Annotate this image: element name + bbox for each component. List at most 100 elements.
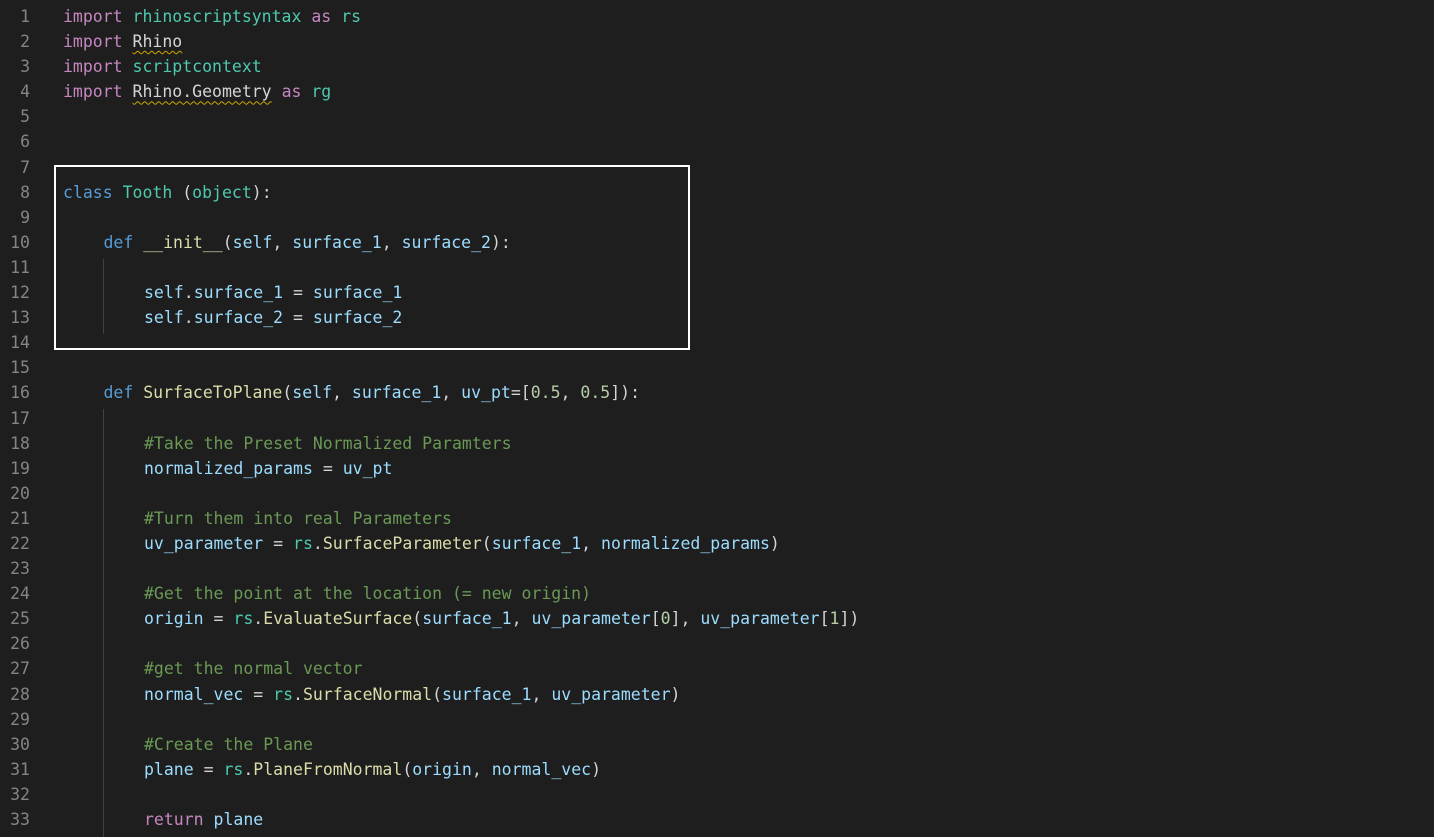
code-token: def <box>103 232 134 252</box>
code-line[interactable]: 28 normal_vec = rs.SurfaceNormal(surface_… <box>0 682 1434 707</box>
code-text: return plane <box>144 807 263 832</box>
line-number: 27 <box>10 659 30 679</box>
code-token: origin <box>412 759 472 779</box>
code-token: PlaneFromNormal <box>253 759 403 779</box>
code-line[interactable]: 21 #Turn them into real Parameters <box>0 506 1434 531</box>
code-token: = <box>312 458 343 478</box>
code-token: . <box>293 684 303 704</box>
code-token: import <box>63 57 123 77</box>
code-token: self <box>232 232 273 252</box>
code-line[interactable]: 32 <box>0 782 1434 807</box>
code-line[interactable]: 26 <box>0 631 1434 656</box>
code-text: import Rhino <box>63 29 182 54</box>
code-token: , <box>471 759 492 779</box>
code-text: #Get the point at the location (= new or… <box>144 581 591 606</box>
line-number: 24 <box>10 584 30 604</box>
line-number: 12 <box>10 283 30 303</box>
line-number: 2 <box>20 32 30 52</box>
code-line[interactable]: 9 <box>0 205 1434 230</box>
code-token: ( <box>172 182 193 202</box>
code-token: object <box>192 182 252 202</box>
code-line[interactable]: 20 <box>0 481 1434 506</box>
code-token: surface_1 <box>422 609 512 629</box>
code-token: origin <box>144 609 204 629</box>
code-line[interactable]: 19 normalized_params = uv_pt <box>0 456 1434 481</box>
code-token: , <box>272 232 293 252</box>
code-line[interactable]: 25 origin = rs.EvaluateSurface(surface_1,… <box>0 606 1434 631</box>
code-line[interactable]: 11 <box>0 255 1434 280</box>
code-line[interactable]: 6 <box>0 129 1434 154</box>
line-number: 33 <box>10 810 30 829</box>
code-token: self <box>292 383 333 403</box>
code-token: SurfaceParameter <box>322 533 482 553</box>
code-line[interactable]: 27 #get the normal vector <box>0 656 1434 681</box>
code-token: rs <box>293 533 313 553</box>
code-line[interactable]: 14 <box>0 330 1434 355</box>
code-token: rs <box>273 684 294 704</box>
code-line[interactable]: 5 <box>0 104 1434 129</box>
code-lines[interactable]: 1 import rhinoscriptsyntax as rs 2 import R… <box>0 4 1434 832</box>
code-line[interactable]: 13 self.surface_2 = surface_2 <box>0 305 1434 330</box>
line-number: 16 <box>10 383 30 403</box>
code-token: rs <box>341 7 362 26</box>
code-line[interactable]: 18 #Take the Preset Normalized Paramters <box>0 431 1434 456</box>
code-token: , <box>332 383 352 403</box>
code-token: = <box>193 759 224 779</box>
code-token: ): <box>251 182 272 202</box>
code-line[interactable]: 29 <box>0 707 1434 732</box>
code-line[interactable]: 4 import Rhino.Geometry as rg <box>0 79 1434 104</box>
code-token: surface_1 <box>491 533 582 553</box>
code-line[interactable]: 12 self.surface_1 = surface_1 <box>0 280 1434 305</box>
code-text: #Create the Plane <box>144 732 313 757</box>
code-token: . <box>183 308 194 328</box>
code-token: , <box>531 684 552 704</box>
code-text: self.surface_1 = surface_1 <box>144 280 402 305</box>
code-token: import <box>63 32 123 52</box>
code-token: [ <box>650 609 661 629</box>
code-text: import rhinoscriptsyntax as rs <box>63 4 361 29</box>
code-token: [ <box>819 609 830 629</box>
code-line[interactable]: 2 import Rhino <box>0 29 1434 54</box>
code-token: rg <box>311 82 332 102</box>
code-token: import <box>63 82 123 102</box>
code-line[interactable]: 22 uv_parameter = rs.SurfaceParameter(sur… <box>0 531 1434 556</box>
line-number: 17 <box>10 408 30 428</box>
code-token: uv_parameter <box>144 533 264 553</box>
code-token: uv_parameter <box>531 609 651 629</box>
code-token: #Take the Preset Normalized Paramters <box>144 433 512 453</box>
code-line[interactable]: 23 <box>0 556 1434 581</box>
code-token: rhinoscriptsyntax <box>132 7 302 26</box>
code-line[interactable]: 16 def SurfaceToPlane(self, surface_1, uv… <box>0 380 1434 405</box>
code-line[interactable]: 17 <box>0 406 1434 431</box>
code-token: ): <box>490 232 511 252</box>
line-number: 30 <box>10 734 30 754</box>
code-line[interactable]: 31 plane = rs.PlaneFromNormal(origin, nor… <box>0 757 1434 782</box>
code-line[interactable]: 24 #Get the point at the location (= new … <box>0 581 1434 606</box>
code-line[interactable]: 15 <box>0 355 1434 380</box>
code-line[interactable]: 30 #Create the Plane <box>0 732 1434 757</box>
line-number: 28 <box>10 684 30 704</box>
code-line[interactable]: 8 class Tooth (object): <box>0 180 1434 205</box>
code-token: normalized_params <box>144 458 313 478</box>
code-token: , <box>441 383 462 403</box>
code-line[interactable]: 33 return plane <box>0 807 1434 832</box>
code-line[interactable]: 7 <box>0 155 1434 180</box>
code-line[interactable]: 3 import scriptcontext <box>0 54 1434 79</box>
code-token: plane <box>144 759 194 779</box>
code-text: uv_parameter = rs.SurfaceParameter(surfa… <box>144 531 780 556</box>
line-number: 14 <box>10 333 30 353</box>
code-token: ( <box>412 609 423 629</box>
code-line[interactable]: 1 import rhinoscriptsyntax as rs <box>0 4 1434 29</box>
code-token: ( <box>481 533 492 553</box>
code-token: = <box>283 308 313 328</box>
line-number: 32 <box>10 784 30 804</box>
code-line[interactable]: 10 def __init__(self, surface_1, surface_… <box>0 230 1434 255</box>
code-text: import Rhino.Geometry as rg <box>63 79 331 104</box>
code-editor[interactable]: 1 import rhinoscriptsyntax as rs 2 import R… <box>0 0 1434 837</box>
code-text: self.surface_2 = surface_2 <box>144 305 402 330</box>
line-number: 1 <box>20 7 30 26</box>
line-number: 25 <box>10 609 30 629</box>
code-token: surface_1 <box>292 232 382 252</box>
